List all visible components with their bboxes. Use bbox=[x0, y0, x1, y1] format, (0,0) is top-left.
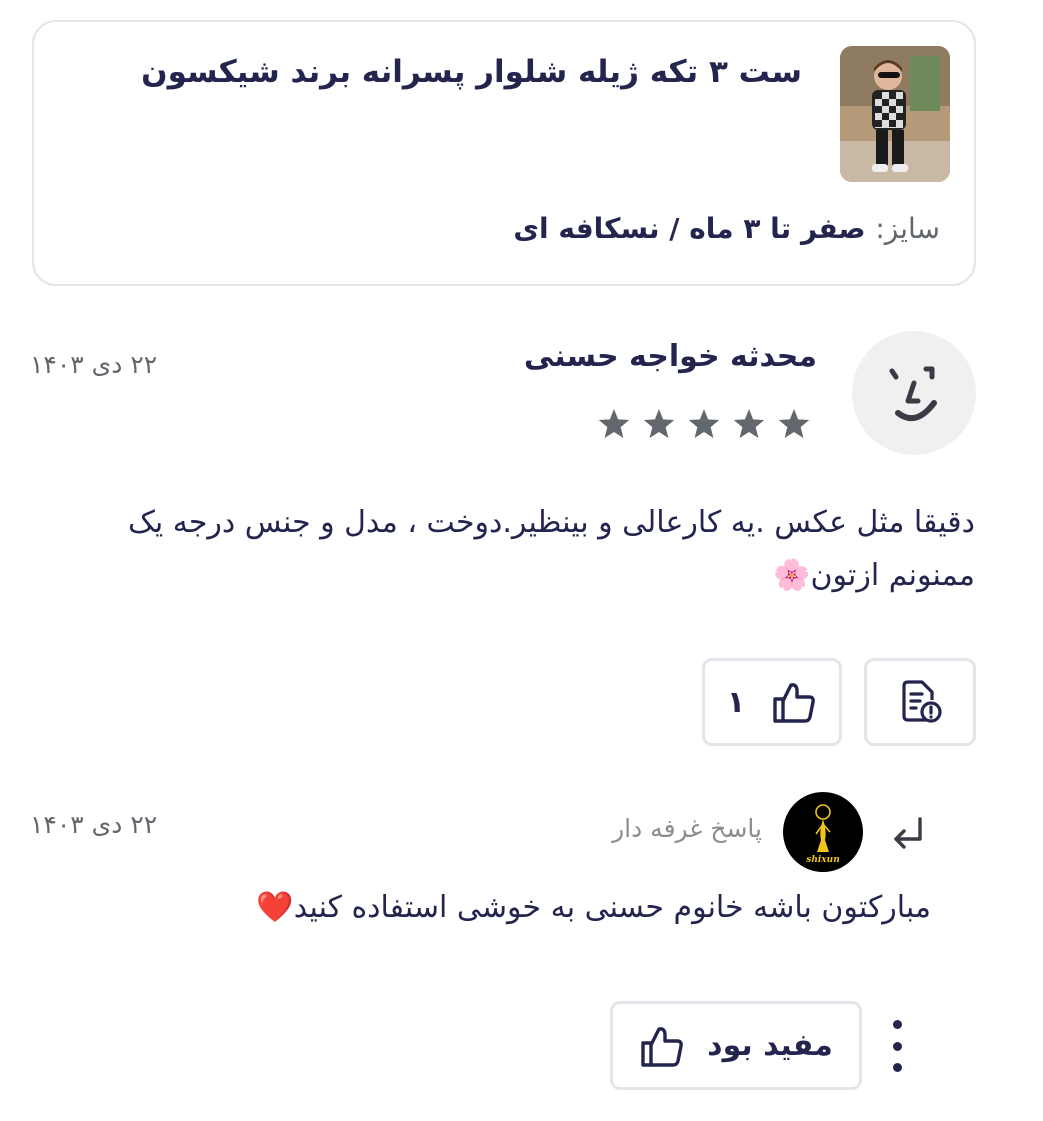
product-thumbnail[interactable] bbox=[840, 46, 950, 182]
star-icon bbox=[598, 409, 630, 438]
user-avatar bbox=[852, 331, 976, 455]
report-document-icon bbox=[902, 680, 942, 723]
thumbs-up-icon bbox=[773, 683, 816, 723]
product-title[interactable]: ست ۳ تکه ژیله شلوار پسرانه برند شیکسون bbox=[141, 54, 802, 90]
product-card[interactable]: ست ۳ تکه ژیله شلوار پسرانه برند شیکسون س… bbox=[32, 20, 976, 286]
seller-reply-label: پاسخ غرفه دار bbox=[612, 814, 762, 843]
more-options-button[interactable] bbox=[880, 1020, 914, 1072]
review-date: ۲۲ دی ۱۴۰۳ bbox=[30, 350, 158, 379]
variant-label: سایز: bbox=[875, 212, 940, 245]
seller-logo-text: shixun bbox=[806, 855, 839, 865]
smiley-face-icon bbox=[889, 366, 937, 422]
star-icon bbox=[643, 409, 675, 438]
seller-reply-text: مبارکتون باشه خانوم حسنی به خوشی استفاده… bbox=[256, 890, 931, 925]
star-icon bbox=[733, 409, 765, 438]
like-count: ۱ bbox=[726, 684, 746, 720]
more-dot bbox=[892, 1020, 902, 1029]
reply-arrow-icon bbox=[894, 817, 922, 849]
thumbs-up-icon bbox=[641, 1026, 684, 1067]
more-dot bbox=[892, 1063, 902, 1072]
helpful-button[interactable]: مفید بود bbox=[610, 1001, 862, 1090]
review-author: محدثه خواجه حسنی bbox=[523, 339, 817, 374]
helpful-label: مفید بود bbox=[707, 1028, 833, 1063]
variant-value: صفر تا ۳ ماه / نسکافه ای bbox=[513, 212, 876, 245]
seller-logo: shixun bbox=[783, 792, 863, 872]
more-dot bbox=[892, 1041, 902, 1051]
like-button[interactable]: ۱ bbox=[702, 658, 842, 746]
star-icon bbox=[688, 409, 720, 438]
reply-date: ۲۲ دی ۱۴۰۳ bbox=[30, 810, 158, 839]
report-button[interactable] bbox=[864, 658, 976, 746]
review-text: دقیقا مثل عکس .یه کارعالی و بینظیر.دوخت … bbox=[128, 505, 975, 593]
star-rating bbox=[594, 404, 816, 446]
star-icon bbox=[778, 409, 810, 438]
product-variant: سایز: صفر تا ۳ ماه / نسکافه ای bbox=[513, 212, 940, 245]
